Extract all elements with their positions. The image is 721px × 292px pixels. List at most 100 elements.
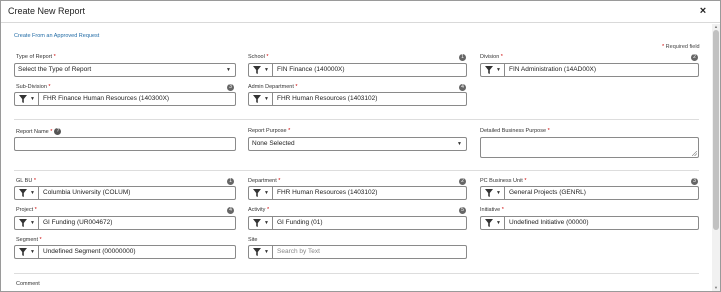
initiative-value: Undefined Initiative (00000): [509, 219, 589, 226]
sub-division-badge: 3: [227, 84, 234, 91]
report-name-input[interactable]: [14, 137, 236, 151]
chevron-down-icon: ▼: [264, 96, 269, 102]
pc-business-unit-field[interactable]: ▼ General Projects (GENRL): [480, 186, 699, 200]
activity-field[interactable]: ▼ GI Funding (01): [248, 216, 467, 230]
activity-value: GI Funding (01): [277, 219, 323, 226]
project-filter-control[interactable]: ▼: [15, 217, 39, 229]
project-value: GI Funding (UR004672): [43, 219, 113, 226]
scrollbar[interactable]: ▲ ▼: [712, 24, 720, 291]
section-divider: [14, 273, 699, 274]
resize-grip-icon: [692, 151, 697, 156]
filter-icon: [253, 248, 261, 256]
project-field[interactable]: ▼ GI Funding (UR004672): [14, 216, 236, 230]
required-field-text: Required field: [665, 44, 700, 50]
pc-business-unit-badge: 3: [691, 178, 698, 185]
section-divider: [14, 170, 699, 171]
school-label: School *: [248, 54, 269, 60]
admin-department-value: FHR Human Resources (1403102): [277, 95, 378, 102]
school-field[interactable]: ▼ FIN Finance (140000X): [248, 63, 467, 77]
chevron-down-icon: ▼: [264, 220, 269, 226]
report-purpose-label: Report Purpose *: [248, 128, 291, 134]
chevron-down-icon: ▼: [496, 190, 501, 196]
department-label: Department *: [248, 178, 281, 184]
create-from-approved-request-link[interactable]: Create From an Approved Request: [14, 33, 99, 39]
site-filter-control[interactable]: ▼: [249, 246, 273, 258]
segment-value: Undefined Segment (00000000): [43, 248, 136, 255]
scroll-up-arrow-icon[interactable]: ▲: [713, 24, 719, 29]
division-filter-control[interactable]: ▼: [481, 64, 505, 76]
filter-icon: [19, 219, 27, 227]
section-divider: [14, 119, 699, 120]
filter-icon: [485, 219, 493, 227]
department-badge: 2: [459, 178, 466, 185]
department-field[interactable]: ▼ FHR Human Resources (1403102): [248, 186, 467, 200]
filter-icon: [253, 219, 261, 227]
activity-label: Activity *: [248, 207, 270, 213]
filter-icon: [19, 248, 27, 256]
chevron-down-icon: ▼: [264, 67, 269, 73]
pc-business-unit-filter-control[interactable]: ▼: [481, 187, 505, 199]
chevron-down-icon: ▼: [30, 190, 35, 196]
segment-label: Segment *: [16, 237, 42, 243]
type-of-report-value: Select the Type of Report: [18, 66, 92, 73]
activity-filter-control[interactable]: ▼: [249, 217, 273, 229]
chevron-down-icon: ▼: [496, 220, 501, 226]
initiative-label: Initiative *: [480, 207, 504, 213]
division-field[interactable]: ▼ FIN Administration (14AD00X): [480, 63, 699, 77]
type-of-report-label: Type of Report *: [16, 54, 56, 60]
modal-header: Create New Report ×: [1, 1, 720, 23]
gl-bu-field[interactable]: ▼ Columbia University (COLUM): [14, 186, 236, 200]
filter-icon: [253, 95, 261, 103]
report-name-label: Report Name *?: [16, 128, 62, 135]
department-value: FHR Human Resources (1403102): [277, 189, 378, 196]
filter-icon: [19, 95, 27, 103]
pc-business-unit-value: General Projects (GENRL): [509, 189, 586, 196]
segment-field[interactable]: ▼ Undefined Segment (00000000): [14, 245, 236, 259]
chevron-down-icon: ▼: [496, 67, 501, 73]
site-search-input[interactable]: Search by Text: [277, 248, 320, 255]
admin-department-badge: 4: [459, 84, 466, 91]
detailed-business-purpose-textarea[interactable]: [480, 137, 699, 158]
required-field-note: * Required field: [662, 44, 700, 50]
gl-bu-label: GL BU *: [16, 178, 36, 184]
report-purpose-select[interactable]: None Selected ▼: [248, 137, 467, 151]
chevron-down-icon: ▼: [30, 249, 35, 255]
division-badge: 2: [691, 54, 698, 61]
sub-division-filter-control[interactable]: ▼: [15, 93, 39, 105]
scroll-down-arrow-icon[interactable]: ▼: [713, 285, 719, 290]
chevron-down-icon: ▼: [264, 190, 269, 196]
gl-bu-value: Columbia University (COLUM): [43, 189, 131, 196]
chevron-down-icon: ▼: [226, 67, 231, 73]
close-icon[interactable]: ×: [696, 3, 710, 19]
filter-icon: [253, 66, 261, 74]
detailed-business-purpose-label: Detailed Business Purpose *: [480, 128, 550, 134]
site-label: Site: [248, 237, 258, 243]
create-report-modal: Create New Report × ▲ ▼ Create From an A…: [0, 0, 721, 292]
help-icon: ?: [54, 128, 62, 135]
activity-badge: 5: [459, 207, 466, 214]
filter-icon: [485, 189, 493, 197]
school-badge: 1: [459, 54, 466, 61]
admin-department-filter-control[interactable]: ▼: [249, 93, 273, 105]
chevron-down-icon: ▼: [457, 141, 462, 147]
admin-department-field[interactable]: ▼ FHR Human Resources (1403102): [248, 92, 467, 106]
scroll-thumb[interactable]: [713, 30, 719, 230]
school-filter-control[interactable]: ▼: [249, 64, 273, 76]
project-badge: 4: [227, 207, 234, 214]
segment-filter-control[interactable]: ▼: [15, 246, 39, 258]
department-filter-control[interactable]: ▼: [249, 187, 273, 199]
gl-bu-filter-control[interactable]: ▼: [15, 187, 39, 199]
filter-icon: [19, 189, 27, 197]
division-value: FIN Administration (14AD00X): [509, 66, 597, 73]
site-field[interactable]: ▼ Search by Text: [248, 245, 467, 259]
sub-division-field[interactable]: ▼ FHR Finance Human Resources (140300X): [14, 92, 236, 106]
type-of-report-select[interactable]: Select the Type of Report ▼: [14, 63, 236, 77]
initiative-filter-control[interactable]: ▼: [481, 217, 505, 229]
pc-business-unit-label: PC Business Unit *: [480, 178, 527, 184]
initiative-field[interactable]: ▼ Undefined Initiative (00000): [480, 216, 699, 230]
gl-bu-badge: 1: [227, 178, 234, 185]
school-value: FIN Finance (140000X): [277, 66, 345, 73]
modal-title: Create New Report: [8, 6, 86, 16]
sub-division-label: Sub-Division *: [16, 84, 51, 90]
report-purpose-value: None Selected: [252, 140, 295, 147]
